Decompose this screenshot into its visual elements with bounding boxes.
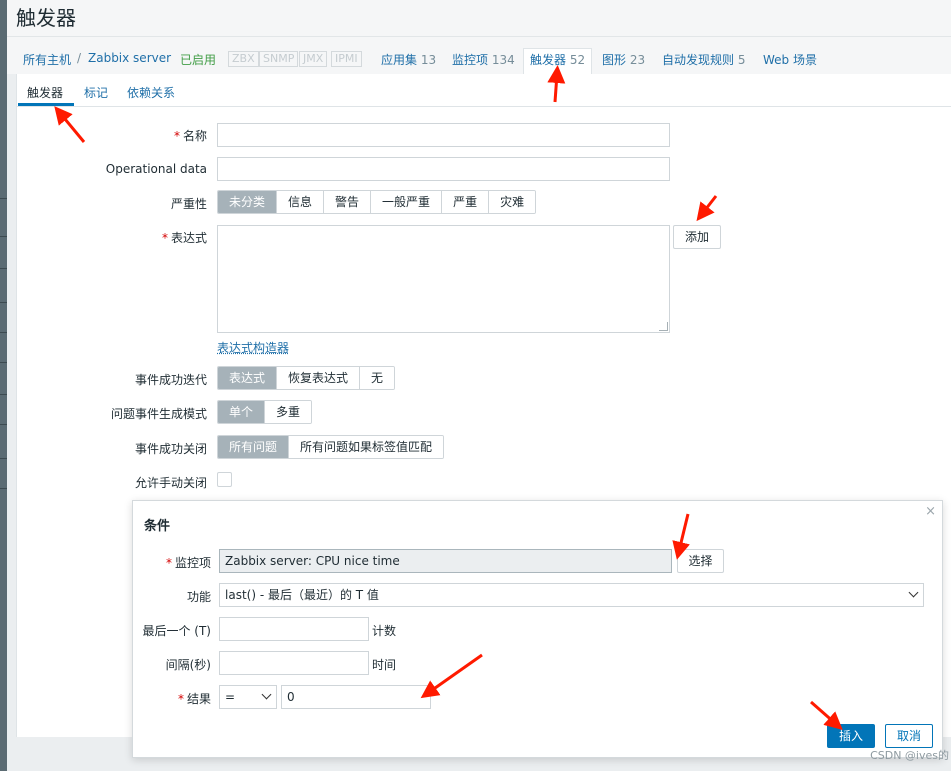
name-label: * 名称 xyxy=(173,129,207,143)
expression-label: * 表达式 xyxy=(161,231,207,245)
required-marker: * xyxy=(177,692,184,706)
severity-not-classified[interactable]: 未分类 xyxy=(218,191,277,213)
ok-event-expression[interactable]: 表达式 xyxy=(218,367,277,389)
graphs-count: 23 xyxy=(629,53,646,67)
active-tab-indicator xyxy=(18,103,74,106)
interval-unit: 时间 xyxy=(372,658,397,672)
graphs-link[interactable]: 图形 23 xyxy=(602,51,645,68)
graphs-label: 图形 xyxy=(602,53,627,67)
protocol-badge-ipmi: IPMI xyxy=(331,51,362,67)
problem-generation-mode-selector: 单个 多重 xyxy=(217,400,313,424)
host-link[interactable]: Zabbix server xyxy=(88,51,171,65)
form-tabs: 触发器 标记 依赖关系 xyxy=(17,74,951,107)
interval-input[interactable] xyxy=(219,651,369,675)
result-label: * 结果 xyxy=(177,692,211,706)
breadcrumb-separator: / xyxy=(77,51,82,65)
item-label: * 监控项 xyxy=(165,556,211,570)
last-t-label: 最后一个 (T) xyxy=(142,624,211,638)
add-expression-button[interactable]: 添加 xyxy=(673,225,721,249)
insert-button[interactable]: 插入 xyxy=(827,724,875,748)
condition-dialog: 条件 × * 监控项 Zabbix server: CPU nice time 选… xyxy=(132,500,943,758)
protocol-badge-zbx: ZBX xyxy=(228,51,259,67)
discovery-rules-link[interactable]: 自动发现规则 5 xyxy=(662,51,745,68)
problem-mode-single[interactable]: 单个 xyxy=(218,401,265,423)
applications-count: 13 xyxy=(420,53,437,67)
protocol-badge-snmp: SNMP xyxy=(259,51,299,67)
tab-dependencies[interactable]: 依赖关系 xyxy=(127,84,175,101)
items-count: 134 xyxy=(491,53,515,67)
ok-event-closes-label: 事件成功关闭 xyxy=(134,442,207,456)
applications-label: 应用集 xyxy=(381,53,418,67)
chevron-down-icon xyxy=(261,689,272,700)
result-operator-select[interactable]: = xyxy=(219,685,277,709)
triggers-link-active[interactable]: 触发器 52 xyxy=(523,48,593,74)
dialog-title: 条件 xyxy=(144,519,171,534)
last-t-unit: 计数 xyxy=(372,624,397,638)
discovery-count: 5 xyxy=(737,53,746,67)
watermark: CSDN @ives的 xyxy=(870,749,949,762)
operational-data-input[interactable] xyxy=(217,157,670,181)
expression-textarea[interactable] xyxy=(217,225,670,333)
last-t-input[interactable] xyxy=(219,617,369,641)
protocol-badge-jmx: JMX xyxy=(299,51,328,67)
items-link[interactable]: 监控项 134 xyxy=(452,51,515,68)
expression-constructor-link[interactable]: 表达式构造器 xyxy=(217,339,289,356)
required-marker: * xyxy=(161,231,168,245)
severity-label: 严重性 xyxy=(170,197,207,211)
triggers-count: 52 xyxy=(569,53,586,67)
severity-information[interactable]: 信息 xyxy=(276,191,324,213)
result-operator-value: = xyxy=(225,690,236,704)
all-hosts-link[interactable]: 所有主机 xyxy=(23,51,71,68)
select-item-button[interactable]: 选择 xyxy=(677,549,724,573)
severity-high[interactable]: 严重 xyxy=(441,191,489,213)
left-sidebar-edge xyxy=(0,0,7,771)
page-header: 触发器 xyxy=(7,0,951,36)
allow-manual-close-label: 允许手动关闭 xyxy=(134,476,207,490)
ok-event-none[interactable]: 无 xyxy=(359,367,395,389)
cancel-button[interactable]: 取消 xyxy=(885,724,933,748)
ok-close-tag-match[interactable]: 所有问题如果标签值匹配 xyxy=(288,436,444,458)
items-label: 监控项 xyxy=(452,53,489,67)
name-input[interactable] xyxy=(217,123,670,147)
function-selected-value: last() - 最后（最近）的 T 值 xyxy=(225,588,379,602)
severity-disaster[interactable]: 灾难 xyxy=(488,191,536,213)
problem-mode-multiple[interactable]: 多重 xyxy=(264,401,312,423)
ok-event-recovery-expression[interactable]: 恢复表达式 xyxy=(276,367,360,389)
allow-manual-close-checkbox[interactable] xyxy=(217,472,232,487)
host-status-enabled[interactable]: 已启用 xyxy=(180,51,216,68)
applications-link[interactable]: 应用集 13 xyxy=(381,51,436,68)
ok-event-generation-label: 事件成功迭代 xyxy=(134,373,207,387)
ok-event-closes-selector: 所有问题 所有问题如果标签值匹配 xyxy=(217,435,445,459)
severity-warning[interactable]: 警告 xyxy=(323,191,371,213)
function-select[interactable]: last() - 最后（最近）的 T 值 xyxy=(219,583,924,607)
ok-event-generation-selector: 表达式 恢复表达式 无 xyxy=(217,366,396,390)
result-value-input[interactable]: 0 xyxy=(281,685,431,709)
triggers-label: 触发器 xyxy=(530,53,567,67)
page-title: 触发器 xyxy=(16,6,76,30)
tab-triggers[interactable]: 触发器 xyxy=(27,84,63,101)
tab-tags[interactable]: 标记 xyxy=(84,84,108,101)
item-input[interactable]: Zabbix server: CPU nice time xyxy=(219,549,672,573)
web-scenarios-link[interactable]: Web 场景 xyxy=(763,51,817,68)
interval-label: 间隔(秒) xyxy=(165,658,211,672)
host-navigation: 所有主机 / Zabbix server 已启用 ZBX SNMP JMX IP… xyxy=(7,36,951,74)
discovery-label: 自动发现规则 xyxy=(662,53,735,67)
close-icon[interactable]: × xyxy=(925,504,936,519)
problem-generation-mode-label: 问题事件生成模式 xyxy=(110,407,207,421)
ok-close-all-problems[interactable]: 所有问题 xyxy=(218,436,289,458)
severity-average[interactable]: 一般严重 xyxy=(370,191,442,213)
required-marker: * xyxy=(165,556,172,570)
operational-data-label: Operational data xyxy=(105,162,207,176)
severity-selector: 未分类 信息 警告 一般严重 严重 灾难 xyxy=(217,190,537,214)
required-marker: * xyxy=(173,129,180,143)
chevron-down-icon xyxy=(908,587,919,598)
function-label: 功能 xyxy=(186,590,211,604)
resize-handle-icon[interactable] xyxy=(659,322,668,331)
